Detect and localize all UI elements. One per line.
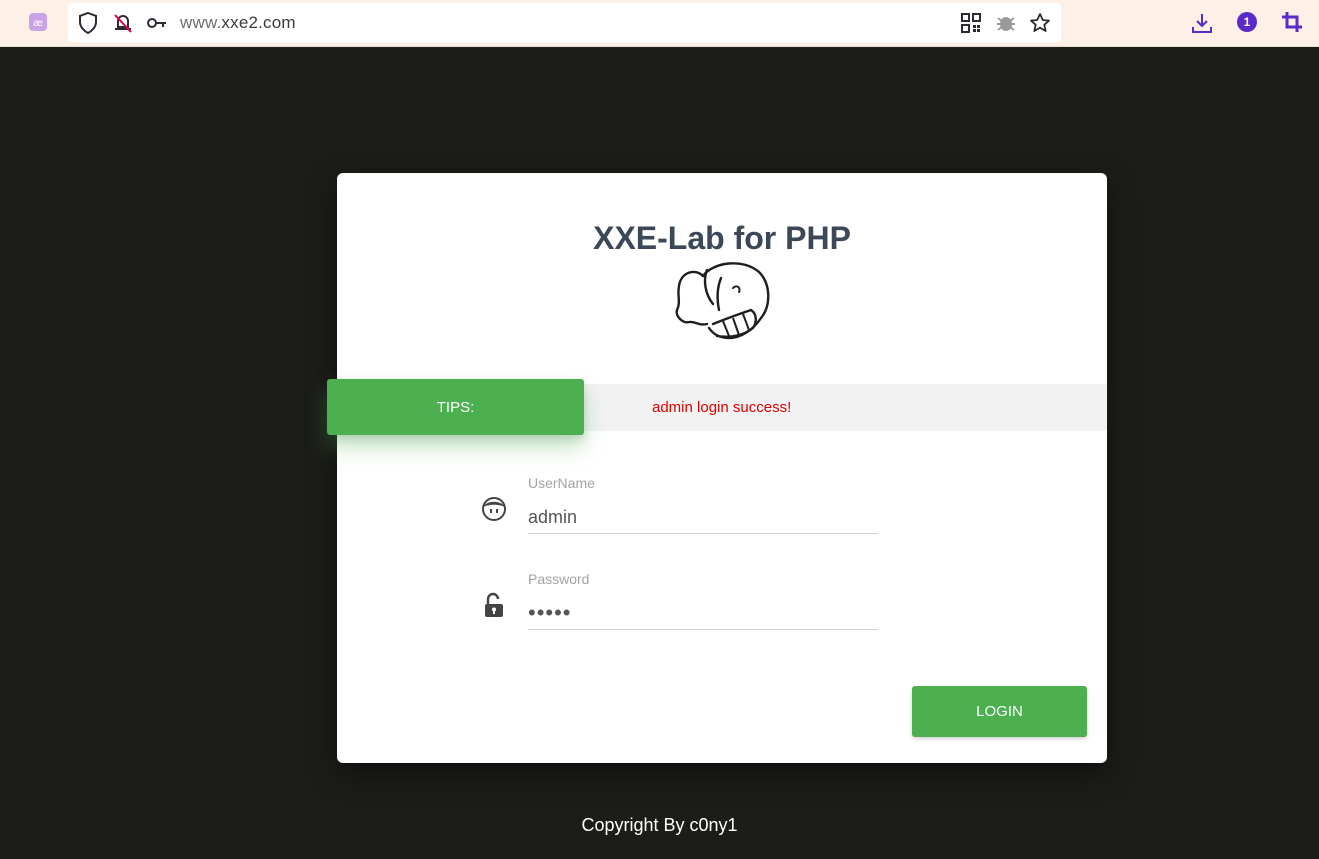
unlock-icon bbox=[480, 591, 508, 619]
reader-view-icon[interactable]: æ bbox=[28, 12, 48, 32]
copyright-footer: Copyright By c0ny1 bbox=[581, 815, 738, 835]
blocked-permission-icon[interactable] bbox=[112, 12, 134, 34]
svg-text:æ: æ bbox=[33, 18, 43, 29]
address-bar[interactable]: www.xxe2.com bbox=[68, 3, 1061, 42]
login-button[interactable]: LOGIN bbox=[912, 686, 1087, 737]
password-input[interactable] bbox=[528, 591, 878, 630]
user-face-icon bbox=[480, 495, 508, 523]
key-icon[interactable] bbox=[146, 12, 168, 34]
page-title: XXE-Lab for PHP bbox=[593, 220, 851, 256]
bookmark-star-icon[interactable] bbox=[1029, 12, 1051, 34]
login-card: XXE-Lab for PHP admin login success! TIP… bbox=[327, 173, 1107, 763]
password-field: Password bbox=[337, 569, 1107, 649]
url-text[interactable]: www.xxe2.com bbox=[180, 13, 296, 33]
browser-toolbar: æ www.xxe2.com 1 bbox=[0, 0, 1319, 47]
username-field: UserName bbox=[337, 473, 1107, 553]
password-label: Password bbox=[528, 571, 590, 587]
url-domain: xxe2.com bbox=[221, 13, 296, 32]
username-label: UserName bbox=[528, 475, 595, 491]
tips-message: admin login success! bbox=[652, 399, 792, 416]
tips-label: TIPS: bbox=[327, 379, 584, 435]
crop-icon[interactable] bbox=[1281, 11, 1303, 33]
profile-badge[interactable]: 1 bbox=[1237, 12, 1257, 32]
qr-code-icon[interactable] bbox=[960, 12, 982, 34]
username-input[interactable] bbox=[528, 495, 878, 534]
url-host: www. bbox=[180, 13, 222, 32]
bug-icon[interactable] bbox=[995, 12, 1017, 34]
php-elephant-logo bbox=[675, 262, 770, 340]
shield-icon[interactable] bbox=[77, 12, 99, 34]
download-icon[interactable] bbox=[1190, 11, 1214, 35]
